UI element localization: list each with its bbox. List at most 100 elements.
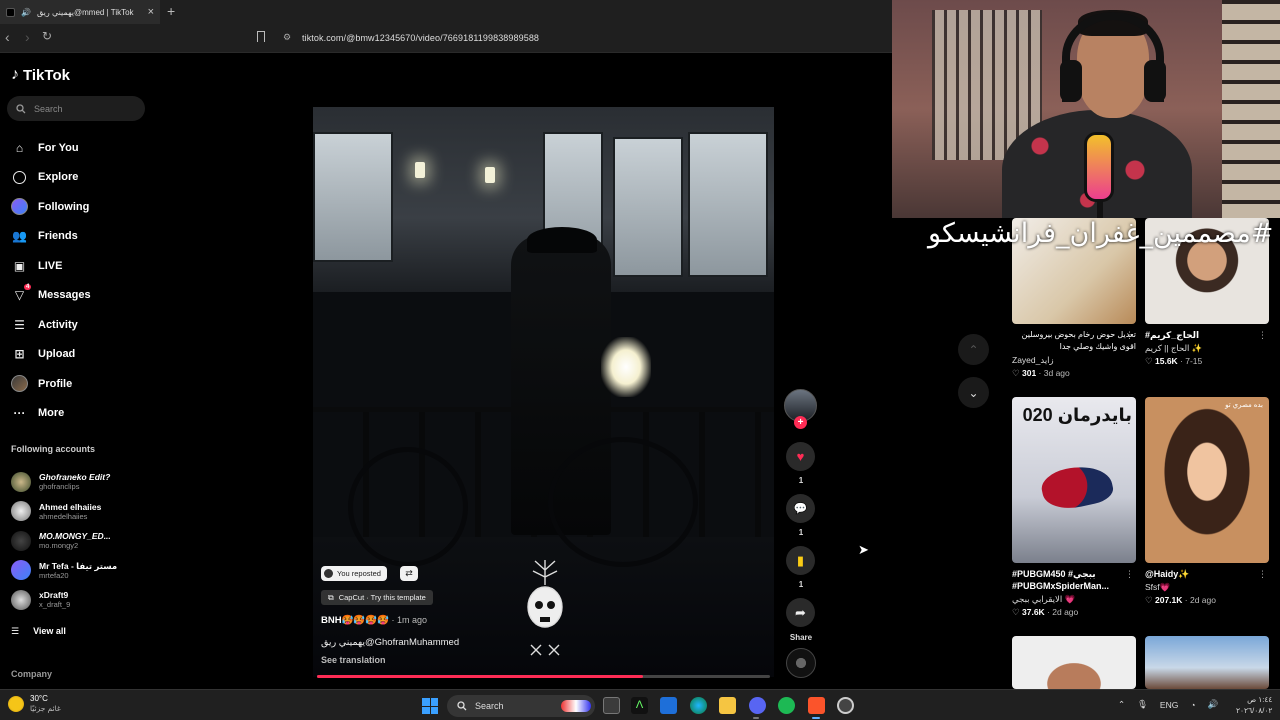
company-link[interactable]: Company: [11, 669, 52, 679]
microphone-tray-icon[interactable]: 🎙: [1137, 699, 1148, 710]
forward-icon[interactable]: ›: [25, 29, 30, 45]
sidebar-item-more[interactable]: ··· More: [0, 399, 160, 429]
video-thumbnail[interactable]: بده مصري تو: [1145, 397, 1269, 563]
next-video-button[interactable]: ⌄: [958, 377, 989, 408]
microphone-icon: [1084, 132, 1114, 202]
account-name: MO.MONGY_ED...: [39, 531, 111, 542]
favorite-button[interactable]: ▮: [786, 546, 815, 575]
taskbar-clock[interactable]: ١:٤٤ ص ٢٠٢٦/٠٨/٠٢: [1236, 694, 1272, 716]
search-icon: [457, 701, 467, 711]
sidebar-item-explore[interactable]: Explore: [0, 163, 160, 193]
video-card[interactable]: بايدرمان 020 ⋮ #PUBGM450 #ببجي #PUBGMxSp…: [1012, 397, 1136, 618]
video-title: تعديل حوض رخام بحوض بيروسلين اقوى واشيك …: [1021, 330, 1136, 351]
sidebar-item-label: For You: [38, 141, 79, 154]
repost-icon[interactable]: ⇄: [400, 566, 418, 581]
sidebar-item-profile[interactable]: Profile: [0, 369, 160, 399]
list-icon: ☰: [11, 626, 20, 636]
tiktok-logo[interactable]: ♪ TikTok: [11, 66, 70, 84]
video-author[interactable]: الحاج || كريم ✨: [1145, 343, 1269, 354]
activity-icon: ☰: [14, 317, 25, 332]
sidebar-item-friends[interactable]: 👥 Friends: [0, 222, 160, 252]
back-icon[interactable]: ‹: [5, 29, 10, 45]
video-card[interactable]: [1012, 636, 1136, 689]
live-icon: ▣: [13, 258, 26, 273]
clock-time: ١:٤٤ ص: [1247, 695, 1273, 704]
new-tab-button[interactable]: +: [167, 3, 175, 19]
video-scene-hat: [527, 227, 597, 253]
speaker-icon[interactable]: 🔊: [21, 8, 31, 17]
microsoft-store-icon[interactable]: [660, 697, 677, 714]
video-author[interactable]: Zayed_زايد: [1012, 355, 1136, 366]
bookmark-icon[interactable]: [257, 31, 265, 42]
more-options-icon[interactable]: ⋮: [1258, 569, 1267, 580]
video-scene-wheel: [348, 447, 468, 567]
video-card[interactable]: [1145, 636, 1269, 689]
video-stats: ♡ 301 · 3d ago: [1012, 368, 1070, 378]
previous-video-button[interactable]: ⌃: [958, 334, 989, 365]
discord-icon[interactable]: [749, 697, 766, 714]
sidebar-item-following[interactable]: Following: [0, 192, 160, 222]
sidebar-item-messages[interactable]: ▽ 4 Messages: [0, 281, 160, 311]
brave-browser-icon[interactable]: [808, 697, 825, 714]
task-view-icon[interactable]: [603, 697, 620, 714]
url-field[interactable]: tiktok.com/@bmw12345670/video/7669181199…: [302, 33, 539, 43]
following-account[interactable]: MO.MONGY_ED... mo.mongy2: [0, 526, 160, 556]
like-button[interactable]: ♥: [786, 442, 815, 471]
browser-tab[interactable]: 🔊 يهميني ريق@mmed | TikTok ×: [0, 0, 160, 24]
volume-icon[interactable]: 🔊: [1207, 699, 1218, 710]
weather-widget[interactable]: 30°C غائم جزئيًا: [8, 694, 61, 714]
close-tab-icon[interactable]: ×: [148, 6, 154, 18]
thumbnail-overlay-text: بايدرمان 020: [1022, 405, 1132, 425]
sidebar-item-activity[interactable]: ☰ Activity: [0, 310, 160, 340]
see-translation-link[interactable]: See translation: [321, 655, 386, 665]
chevron-up-icon[interactable]: ⌃: [1118, 699, 1125, 710]
following-account[interactable]: Ahmed elhaiies ahmedelhaiies: [0, 497, 160, 527]
nvidia-app-icon[interactable]: Λ: [631, 697, 648, 714]
language-indicator[interactable]: ENG: [1160, 700, 1178, 710]
windows-start-icon[interactable]: [422, 698, 438, 714]
sidebar-item-label: Following: [38, 200, 90, 213]
video-author[interactable]: Sfsf💗: [1145, 582, 1269, 593]
video-thumbnail[interactable]: [1145, 636, 1269, 689]
music-disc-icon[interactable]: [786, 648, 816, 678]
following-account[interactable]: Ghofraneko Edit? ghofranclips: [0, 467, 160, 497]
app-icon[interactable]: [837, 697, 854, 714]
spotify-icon[interactable]: [778, 697, 795, 714]
sidebar-item-for-you[interactable]: ⌂ For You: [0, 133, 160, 163]
video-thumbnail[interactable]: [1012, 636, 1136, 689]
video-author[interactable]: BNH🥵🥵🥵🥵 · 1m ago: [321, 615, 427, 626]
video-title: @Haidy✨: [1145, 569, 1190, 579]
upload-icon: ⊞: [14, 347, 25, 362]
site-settings-icon[interactable]: ⚙: [283, 32, 291, 43]
capcut-template-link[interactable]: ⧉ CapCut · Try this template: [321, 590, 433, 605]
sidebar-item-upload[interactable]: ⊞ Upload: [0, 340, 160, 370]
follow-plus-icon[interactable]: +: [794, 416, 807, 429]
video-author[interactable]: الايقرابي ببجي 💗: [1012, 594, 1136, 605]
file-explorer-icon[interactable]: [719, 697, 736, 714]
video-progress-bar[interactable]: [317, 675, 770, 678]
more-options-icon[interactable]: ⋮: [1125, 569, 1134, 580]
video-card[interactable]: بده مصري تو ⋮ @Haidy✨ Sfsf💗 ♡ 207.1K · 2…: [1145, 397, 1269, 606]
search-input[interactable]: Search: [7, 96, 145, 121]
share-button[interactable]: ➦: [786, 598, 815, 627]
comment-button[interactable]: 💬: [786, 494, 815, 523]
more-dots-icon: ···: [13, 406, 26, 421]
video-thumbnail[interactable]: بايدرمان 020: [1012, 397, 1136, 563]
more-options-icon[interactable]: ⋮: [1125, 330, 1134, 341]
you-reposted-badge[interactable]: You reposted: [321, 566, 387, 581]
following-account[interactable]: xDraft9 x_draft_9: [0, 585, 160, 615]
video-stats: ♡ 37.6K · 2d ago: [1012, 607, 1079, 617]
view-all-button[interactable]: ☰ View all: [11, 626, 66, 637]
wifi-icon[interactable]: ◔: [1190, 700, 1195, 710]
like-count: 301: [1022, 368, 1037, 378]
save-count: 1: [798, 580, 804, 589]
edge-browser-icon[interactable]: [690, 697, 707, 714]
following-account[interactable]: Mr Tefa - مستر تيفا mrtefa20: [0, 556, 160, 586]
following-accounts-title: Following accounts: [11, 444, 96, 454]
taskbar-search[interactable]: Search: [447, 695, 595, 717]
webcam-background-shelf: [1222, 0, 1280, 218]
video-scene-window: [613, 137, 683, 277]
reload-icon[interactable]: ↻: [42, 29, 52, 43]
sidebar-item-live[interactable]: ▣ LIVE: [0, 251, 160, 281]
more-options-icon[interactable]: ⋮: [1258, 330, 1267, 341]
